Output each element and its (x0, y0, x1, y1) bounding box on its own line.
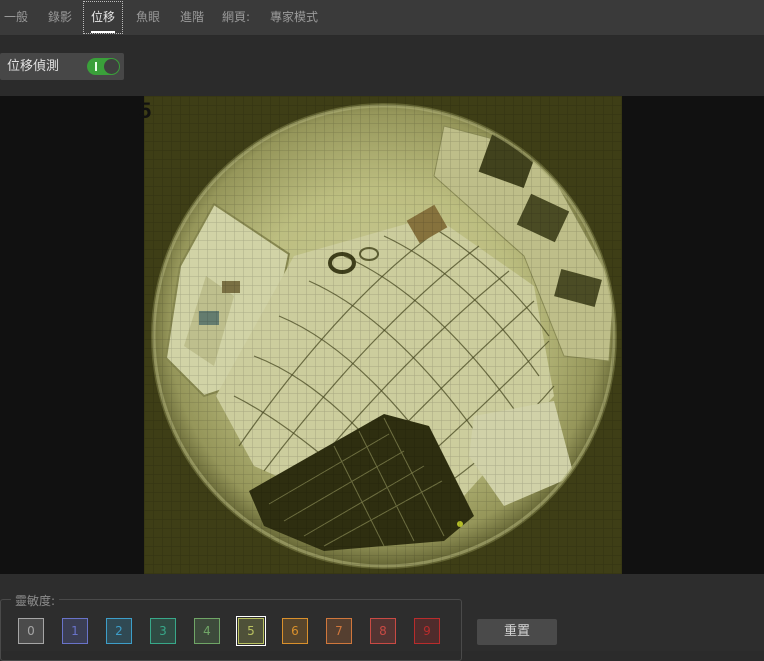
tab-advanced[interactable]: 進階 (172, 0, 212, 35)
motion-detection-toggle[interactable] (87, 58, 120, 75)
tab-recording[interactable]: 錄影 (40, 0, 80, 35)
fisheye-image (144, 96, 622, 574)
video-preview-area: 5 (0, 96, 764, 574)
sensitivity-level-7[interactable]: 7 (326, 618, 352, 644)
sensitivity-legend: 靈敏度: (11, 592, 60, 609)
sensitivity-level-0[interactable]: 0 (18, 618, 44, 644)
tab-general[interactable]: 一般 (0, 0, 32, 35)
sensitivity-level-6[interactable]: 6 (282, 618, 308, 644)
sensitivity-level-5[interactable]: 5 (236, 616, 266, 646)
motion-detection-label: 位移偵測 (7, 59, 60, 74)
sensitivity-overlay-text: 5 (139, 98, 152, 123)
toggle-on-icon (95, 62, 97, 71)
motion-detection-row: 位移偵測 (0, 53, 124, 80)
tab-expert-mode[interactable]: 專家模式 (263, 0, 325, 35)
sensitivity-level-8[interactable]: 8 (370, 618, 396, 644)
settings-tab-bar: 一般 錄影 位移 魚眼 進階 網頁: 專家模式 (0, 0, 764, 36)
tab-fisheye[interactable]: 魚眼 (128, 0, 168, 35)
sensitivity-level-9[interactable]: 9 (414, 618, 440, 644)
toggle-knob (104, 59, 119, 74)
sensitivity-level-3[interactable]: 3 (150, 618, 176, 644)
active-tab-indicator (91, 31, 115, 33)
reset-button[interactable]: 重置 (477, 619, 557, 645)
sensitivity-level-1[interactable]: 1 (62, 618, 88, 644)
sensitivity-level-2[interactable]: 2 (106, 618, 132, 644)
fisheye-video-frame[interactable] (144, 96, 622, 574)
tab-web[interactable]: 網頁: (215, 0, 257, 35)
tab-motion[interactable]: 位移 (82, 0, 124, 35)
sensitivity-panel: 靈敏度: 0 1 2 3 4 5 6 7 8 9 重置 (0, 574, 764, 661)
sensitivity-level-4[interactable]: 4 (194, 618, 220, 644)
